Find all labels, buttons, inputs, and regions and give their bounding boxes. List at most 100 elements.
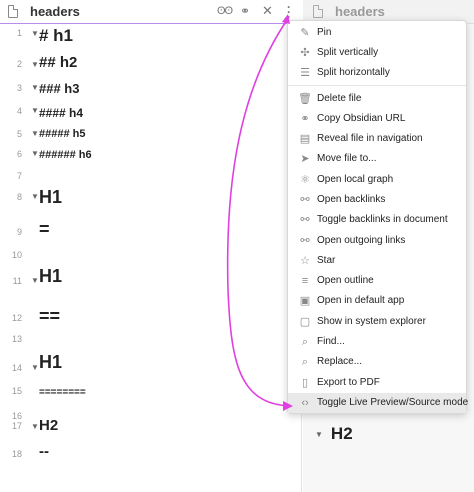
line-number: 1 bbox=[16, 28, 22, 38]
menu-item-split-horizontally[interactable]: ☰ Split horizontally bbox=[288, 63, 466, 83]
fold-arrow-icon[interactable]: ▼ bbox=[31, 83, 39, 92]
menu-separator bbox=[288, 85, 466, 86]
fold-arrow-icon[interactable]: ▼ bbox=[315, 430, 323, 439]
line-content: == bbox=[39, 306, 61, 327]
menu-item-label: Open local graph bbox=[317, 174, 394, 185]
menu-item-label: Star bbox=[317, 255, 336, 266]
star-icon: ☆ bbox=[300, 255, 310, 267]
menu-item-delete-file[interactable]: 🗑 Delete file bbox=[288, 89, 466, 109]
line-content: ### h3 bbox=[39, 81, 80, 97]
line-number: 2 bbox=[16, 59, 22, 69]
send-icon: ➤ bbox=[300, 153, 310, 165]
menu-item-split-vertically[interactable]: ✣ Split vertically bbox=[288, 43, 466, 63]
menu-item-open-outline[interactable]: ≡ Open outline bbox=[288, 271, 466, 291]
menu-item-show-in-system-explorer[interactable]: ▢ Show in system explorer bbox=[288, 312, 466, 332]
line-number: 4 bbox=[16, 106, 22, 116]
glasses-icon[interactable]: ʘʘ bbox=[217, 3, 233, 19]
line-content: ## h2 bbox=[39, 54, 78, 71]
line-number: 9 bbox=[16, 226, 22, 237]
menu-item-label: Split horizontally bbox=[317, 67, 390, 78]
menu-item-open-backlinks[interactable]: ⚯ Open backlinks bbox=[288, 190, 466, 210]
line-content: H1 bbox=[39, 352, 63, 373]
fold-arrow-icon[interactable]: ▼ bbox=[31, 29, 39, 38]
link-icon: ⚭ bbox=[300, 113, 310, 125]
menu-item-find[interactable]: ⌕ Find... bbox=[288, 332, 466, 352]
more-options-icon[interactable]: · · · bbox=[285, 1, 293, 23]
line-content: ##### h5 bbox=[39, 128, 86, 141]
menu-item-toggle-live-preview-source-mode[interactable]: ‹› Toggle Live Preview/Source mode bbox=[288, 393, 469, 413]
replace-icon: ⌕ bbox=[301, 356, 309, 368]
left-tab-title: headers bbox=[30, 4, 80, 19]
code-icon: ‹› bbox=[301, 397, 309, 409]
menu-item-label: Show in system explorer bbox=[317, 316, 426, 327]
file-icon bbox=[8, 5, 18, 18]
pin-icon: ✎ bbox=[300, 27, 310, 39]
line-number: 11 bbox=[12, 275, 22, 286]
link-icon[interactable]: ⚭ bbox=[240, 3, 250, 19]
menu-item-open-local-graph[interactable]: ⚛ Open local graph bbox=[288, 170, 466, 190]
context-menu: ✎ Pin ✣ Split vertically ☰ Split horizontally… bbox=[287, 20, 469, 414]
line-number: 7 bbox=[16, 171, 22, 181]
line-content: ======== bbox=[39, 387, 86, 398]
line-number: 14 bbox=[11, 362, 22, 373]
line-content: # h1 bbox=[39, 25, 74, 45]
menu-item-label: Replace... bbox=[317, 356, 363, 367]
line-number: 5 bbox=[16, 129, 22, 139]
line-content: = bbox=[39, 219, 50, 240]
menu-item-move-file-to[interactable]: ➤ Move file to... bbox=[288, 149, 466, 169]
fold-arrow-icon[interactable]: ▼ bbox=[31, 422, 39, 431]
fold-arrow-icon[interactable]: ▼ bbox=[31, 60, 39, 69]
fold-arrow-icon[interactable]: ▼ bbox=[31, 129, 39, 138]
right-heading-text: H2 bbox=[330, 424, 353, 443]
menu-item-label: Export to PDF bbox=[317, 377, 380, 388]
editor-content[interactable]: 1 ▼ # h1 2 ▼ ## h2 3 ▼ ### h3 4 ▼ #### h4 5 ▼ ##### h5… bbox=[0, 24, 302, 492]
menu-item-label: Copy Obsidian URL bbox=[317, 113, 406, 124]
graph-icon: ⚛ bbox=[300, 174, 310, 186]
outline-icon: ≡ bbox=[301, 275, 309, 287]
menu-item-label: Toggle Live Preview/Source mode bbox=[317, 397, 469, 408]
line-content: H1 bbox=[39, 266, 63, 287]
menu-item-copy-obsidian-url[interactable]: ⚭ Copy Obsidian URL bbox=[288, 109, 466, 129]
line-number: 13 bbox=[11, 334, 22, 344]
left-editor-pane: headers ʘʘ ⚭ ✕ · · · 1 ▼ # h1 2 ▼ ## h2 3 ▼ ### h3… bbox=[0, 0, 302, 492]
menu-item-star[interactable]: ☆ Star bbox=[288, 251, 466, 271]
menu-item-pin[interactable]: ✎ Pin bbox=[288, 23, 466, 43]
menu-item-label: Split vertically bbox=[317, 47, 379, 58]
fold-arrow-icon[interactable]: ▼ bbox=[31, 149, 39, 158]
open-app-icon: ▣ bbox=[299, 295, 311, 307]
line-number: 3 bbox=[16, 83, 22, 93]
line-number: 8 bbox=[16, 191, 22, 202]
search-icon: ⌕ bbox=[301, 336, 309, 348]
backlinks-doc-icon: ⚯ bbox=[300, 214, 310, 226]
fold-arrow-icon[interactable]: ▼ bbox=[31, 276, 39, 285]
split-horizontal-icon: ☰ bbox=[300, 67, 310, 79]
menu-item-label: Open backlinks bbox=[317, 194, 386, 205]
line-content: -- bbox=[39, 443, 49, 460]
fold-arrow-icon[interactable]: ▼ bbox=[31, 192, 39, 201]
menu-item-replace[interactable]: ⌕ Replace... bbox=[288, 352, 466, 372]
document-icon: ▤ bbox=[299, 133, 311, 145]
fold-arrow-icon[interactable]: ▼ bbox=[31, 106, 39, 115]
line-number: 10 bbox=[11, 250, 22, 260]
folder-icon: ▢ bbox=[299, 316, 311, 328]
menu-item-toggle-backlinks-in-document[interactable]: ⚯ Toggle backlinks in document bbox=[288, 210, 466, 230]
backlinks-icon: ⚯ bbox=[300, 194, 310, 206]
menu-item-open-in-default-app[interactable]: ▣ Open in default app bbox=[288, 291, 466, 311]
pdf-icon: ▯ bbox=[301, 377, 309, 389]
close-icon[interactable]: ✕ bbox=[262, 3, 273, 19]
menu-item-label: Pin bbox=[317, 27, 332, 38]
menu-item-label: Open outgoing links bbox=[317, 235, 406, 246]
menu-item-label: Open outline bbox=[317, 275, 374, 286]
menu-item-label: Find... bbox=[317, 336, 345, 347]
menu-item-reveal-file-in-navigation[interactable]: ▤ Reveal file in navigation bbox=[288, 129, 466, 149]
menu-item-open-outgoing-links[interactable]: ⚯ Open outgoing links bbox=[288, 231, 466, 251]
line-number: 16 bbox=[11, 411, 22, 421]
split-vertical-icon: ✣ bbox=[300, 47, 310, 59]
app-window: headers ʘʘ ⚭ ✕ · · · 1 ▼ # h1 2 ▼ ## h2 3 ▼ ### h3… bbox=[0, 0, 474, 492]
menu-item-export-to-pdf[interactable]: ▯ Export to PDF bbox=[288, 373, 466, 393]
menu-item-label: Reveal file in navigation bbox=[317, 133, 423, 144]
menu-item-label: Toggle backlinks in document bbox=[317, 214, 448, 225]
menu-item-label: Move file to... bbox=[317, 153, 377, 164]
line-number: 12 bbox=[11, 312, 22, 323]
fold-arrow-icon[interactable]: ▼ bbox=[31, 363, 39, 372]
